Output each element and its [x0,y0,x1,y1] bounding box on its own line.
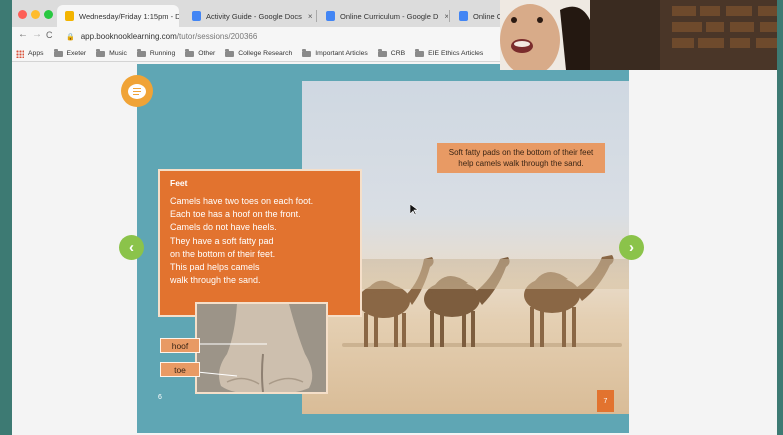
tab-online-curriculum[interactable]: Online Curriculum - Google D × [318,5,448,27]
bookmark-label: CRB [390,50,406,57]
google-docs-icon [459,11,468,21]
bookmark-eie-ethics[interactable]: EIE Ethics Articles [415,48,484,57]
next-page-button[interactable]: › [619,235,644,260]
lock-icon: 🔒 [66,33,75,41]
google-docs-icon [326,11,335,21]
url-path: /tutor/sessions/200366 [176,32,258,41]
folder-icon [185,48,195,57]
google-docs-icon [192,11,201,21]
text-line: walk through the sand. [170,275,261,286]
bookmark-music[interactable]: Music [96,48,127,57]
folder-icon [377,48,387,57]
minimize-window-icon[interactable] [31,10,40,19]
bookmark-label: Music [109,50,127,57]
bookmark-label: Important Articles [315,50,368,57]
chat-bubble-icon [128,83,146,99]
page-number-right: 7 [597,390,614,412]
chat-button[interactable] [121,75,153,107]
bookmark-crb[interactable]: CRB [377,48,406,57]
bookmark-label: Exeter [66,50,87,57]
right-page-caption: Soft fatty pads on the bottom of their f… [437,143,605,173]
folder-icon [136,48,146,57]
text-line: Camels do not have heels. [170,222,277,233]
text-line: They have a soft fatty pad [170,235,274,246]
mouse-cursor-icon [410,204,418,216]
reload-icon[interactable]: C [46,30,53,40]
folder-icon [415,48,425,57]
text-line: Each toe has a hoof on the front. [170,209,301,220]
bookmark-college-research[interactable]: College Research [225,48,293,57]
bookmark-label: Other [198,50,216,57]
bookmark-label: Running [149,50,176,57]
folder-icon [225,48,235,57]
toe-label: toe [160,362,200,377]
bookmark-important-articles[interactable]: Important Articles [302,48,368,57]
close-window-icon[interactable] [18,10,27,19]
folder-icon [302,48,312,57]
previous-page-button[interactable]: ‹ [119,235,144,260]
text-line: on the bottom of their feet. [170,248,276,259]
tab-wednesday-friday[interactable]: Wednesday/Friday 1:15pm - D × [57,5,179,27]
bookmark-other[interactable]: Other [185,48,216,57]
video-call-thumbnail[interactable] [500,0,777,70]
section-heading: Feet [170,178,188,188]
tab-label: Wednesday/Friday 1:15pm - D [79,11,179,21]
folder-icon [96,48,106,57]
tab-label: Online Curriculum - Google D [340,11,439,21]
bookmark-exeter[interactable]: Exeter [53,48,87,57]
reader-page: Soft fatty pads on the bottom of their f… [12,62,777,435]
feet-text-box: Feet Camels have two toes on each foot. … [158,169,362,317]
apps-grid-icon [16,49,24,58]
zoom-window-icon[interactable] [44,10,53,19]
url-domain: app.booknooklearning.com [80,32,177,41]
tab-divider [316,10,317,22]
back-arrow-icon[interactable]: ← [18,29,28,40]
camel-foot-illustration [197,304,326,392]
bookmark-label: Apps [28,50,44,57]
page-number-left: 6 [158,394,162,401]
screen: Wednesday/Friday 1:15pm - D × Activity G… [12,0,777,435]
participant-video [500,0,777,70]
bookmark-running[interactable]: Running [136,48,176,57]
bookmark-apps[interactable]: Apps [16,49,44,58]
tab-divider [449,10,450,22]
tab-label: Activity Guide - Google Docs [206,11,302,21]
text-line: This pad helps camels [170,262,260,273]
forward-arrow-icon[interactable]: → [32,29,42,40]
folder-icon [53,48,63,57]
close-tab-icon[interactable]: × [444,12,448,21]
google-drive-icon [65,11,74,21]
hoof-label: hoof [160,338,200,353]
address-bar[interactable]: 🔒 app.booknooklearning.com /tutor/sessio… [66,29,506,44]
text-line: Camels have two toes on each foot. [170,196,314,206]
tab-activity-guide[interactable]: Activity Guide - Google Docs × [184,5,314,27]
bookmark-label: EIE Ethics Articles [428,50,484,57]
camel-foot-photo [195,302,328,394]
bookmark-label: College Research [238,50,293,57]
close-tab-icon[interactable]: × [308,12,313,21]
